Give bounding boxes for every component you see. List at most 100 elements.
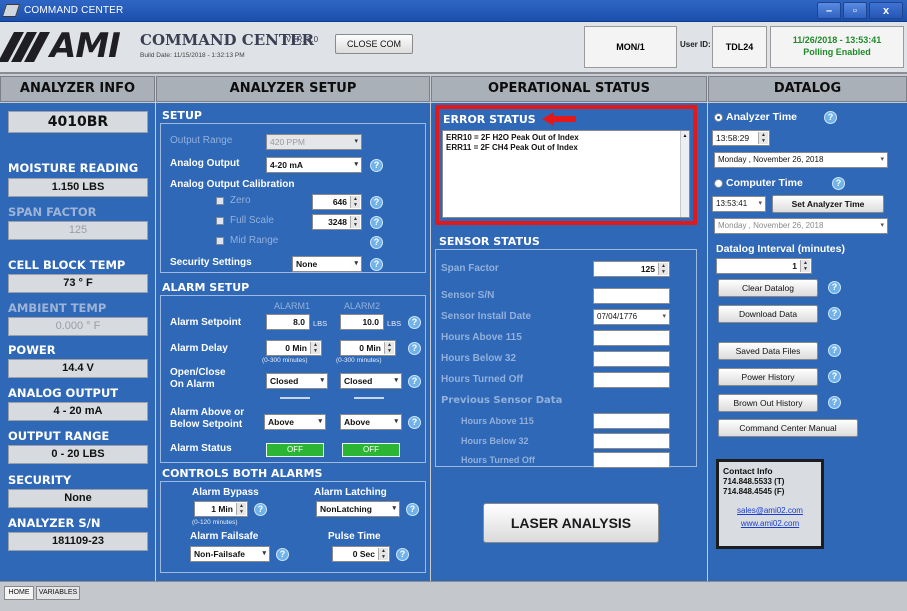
error-item: ERR11 = 2F CH4 Peak Out of Index	[446, 143, 578, 152]
help-icon[interactable]: ?	[408, 416, 421, 429]
help-icon[interactable]: ?	[370, 236, 383, 249]
analyzer-date-field[interactable]: Monday , November 26, 2018 ▾	[714, 152, 888, 168]
error-list[interactable]: ERR10 = 2F H2O Peak Out of Index ERR11 =…	[442, 130, 690, 218]
help-icon[interactable]: ?	[828, 396, 841, 409]
help-icon[interactable]: ?	[832, 177, 845, 190]
alarm1-open-close-select[interactable]: Closed ▾	[266, 373, 328, 389]
computer-date-field[interactable]: Monday , November 26, 2018 ▾	[714, 218, 888, 234]
help-icon[interactable]: ?	[824, 111, 837, 124]
hours-above-field[interactable]	[593, 330, 670, 346]
help-icon[interactable]: ?	[406, 503, 419, 516]
mid-range-checkbox[interactable]	[216, 237, 224, 245]
prev-hours-above-field[interactable]	[593, 413, 670, 429]
alarm2-setpoint-input[interactable]: 10.0	[340, 314, 384, 330]
help-icon[interactable]: ?	[408, 342, 421, 355]
title-bar: COMMAND CENTER – ▫ x	[0, 0, 907, 22]
alarm1-above-below-select[interactable]: Above ▾	[264, 414, 326, 430]
alarm-bypass-input[interactable]: 1 Min ▲ ▼	[194, 501, 248, 517]
help-icon[interactable]: ?	[828, 370, 841, 383]
alarm2-delay-input[interactable]: 0 Min ▲ ▼	[340, 340, 396, 356]
alarm1-label: ALARM1	[274, 301, 311, 311]
close-window-button[interactable]: x	[869, 2, 903, 19]
output-range-select[interactable]: 420 PPM ▾	[266, 134, 362, 150]
help-icon[interactable]: ?	[828, 307, 841, 320]
help-icon[interactable]: ?	[396, 548, 409, 561]
power-history-button[interactable]: Power History	[718, 368, 818, 386]
alarm-latching-select[interactable]: NonLatching ▾	[316, 501, 400, 517]
spin-icon: ▲ ▼	[310, 342, 320, 354]
maximize-button[interactable]: ▫	[843, 2, 867, 19]
alarm-failsafe-select[interactable]: Non-Failsafe ▾	[190, 546, 270, 562]
analog-output-select[interactable]: 4-20 mA ▾	[266, 157, 362, 173]
alarm1-delay-hint: (0-300 minutes)	[262, 357, 308, 364]
help-icon[interactable]: ?	[828, 344, 841, 357]
app-version: VER. 8.0	[286, 35, 319, 44]
tab-home[interactable]: HOME	[4, 586, 34, 600]
error-list-scrollbar[interactable]: ▲	[680, 131, 689, 217]
help-icon[interactable]: ?	[370, 258, 383, 271]
dropdown-arrow-icon: ▾	[662, 313, 666, 320]
computer-time-radio[interactable]	[714, 179, 723, 188]
close-com-button[interactable]: CLOSE COM	[335, 34, 413, 54]
alarm1-divider	[280, 397, 310, 399]
span-factor-label: SPAN FACTOR	[8, 205, 97, 219]
alarm2-label: ALARM2	[344, 301, 381, 311]
full-scale-input[interactable]: 3248 ▲ ▼	[312, 214, 362, 230]
alarm1-unit: LBS	[313, 319, 328, 328]
tab-variables[interactable]: VARIABLES	[36, 586, 80, 600]
hours-below-field[interactable]	[593, 351, 670, 367]
help-icon[interactable]: ?	[408, 316, 421, 329]
alarm2-status: OFF	[342, 443, 400, 457]
analyzer-time-radio[interactable]	[714, 113, 723, 122]
dropdown-arrow-icon: ▾	[354, 260, 358, 267]
mid-range-label: Mid Range	[230, 235, 279, 246]
analyzer-time-input[interactable]: 13:58:29 ▲ ▼	[712, 130, 770, 146]
alarm-latching-label: Alarm Latching	[314, 487, 387, 498]
sensor-span-input[interactable]: 125 ▲ ▼	[593, 261, 670, 277]
prev-hours-below-field[interactable]	[593, 433, 670, 449]
full-scale-checkbox[interactable]	[216, 217, 224, 225]
prev-hours-off-field[interactable]	[593, 452, 670, 468]
sensor-sn-field[interactable]	[593, 288, 670, 304]
alarm-delay-label: Alarm Delay	[170, 343, 228, 354]
zero-input[interactable]: 646 ▲ ▼	[312, 194, 362, 210]
analyzer-info-header: ANALYZER INFO	[0, 76, 155, 102]
help-icon[interactable]: ?	[370, 196, 383, 209]
spin-icon: ▲ ▼	[758, 132, 768, 144]
minimize-button[interactable]: –	[817, 2, 841, 19]
computer-time-field[interactable]: 13:53:41 ▾	[712, 196, 766, 212]
download-data-button[interactable]: Download Data	[718, 305, 818, 323]
alarm1-setpoint-input[interactable]: 8.0	[266, 314, 310, 330]
clear-datalog-button[interactable]: Clear Datalog	[718, 279, 818, 297]
contact-website-link[interactable]: www.ami02.com	[723, 519, 817, 528]
help-icon[interactable]: ?	[276, 548, 289, 561]
output-range-value: 0 - 20 LBS	[8, 445, 148, 464]
help-icon[interactable]: ?	[828, 281, 841, 294]
sensor-install-label: Sensor Install Date	[441, 311, 532, 322]
previous-sensor-title: Previous Sensor Data	[441, 395, 563, 406]
zero-checkbox[interactable]	[216, 197, 224, 205]
app-icon	[1, 4, 21, 17]
help-icon[interactable]: ?	[370, 216, 383, 229]
help-icon[interactable]: ?	[370, 159, 383, 172]
ambient-temp-value: 0.000 ° F	[8, 317, 148, 336]
command-center-manual-button[interactable]: Command Center Manual	[718, 419, 858, 437]
security-settings-label: Security Settings	[170, 257, 252, 268]
alarm1-delay-input[interactable]: 0 Min ▲ ▼	[266, 340, 322, 356]
alarm2-above-below-select[interactable]: Above ▾	[340, 414, 402, 430]
sensor-install-date[interactable]: 07/04/1776 ▾	[593, 309, 670, 325]
pulse-time-input[interactable]: 0 Sec ▲ ▼	[332, 546, 390, 562]
set-analyzer-time-button[interactable]: Set Analyzer Time	[772, 195, 884, 213]
saved-data-files-button[interactable]: Saved Data Files	[718, 342, 818, 360]
security-select[interactable]: None ▾	[292, 256, 362, 272]
ami-logo: AMI	[0, 26, 134, 66]
help-icon[interactable]: ?	[254, 503, 267, 516]
alarm2-open-close-select[interactable]: Closed ▾	[340, 373, 402, 389]
window-controls: – ▫ x	[817, 2, 903, 19]
brown-out-history-button[interactable]: Brown Out History	[718, 394, 818, 412]
laser-analysis-button[interactable]: LASER ANALYSIS	[483, 503, 659, 543]
datalog-interval-input[interactable]: 1 ▲ ▼	[716, 258, 812, 274]
help-icon[interactable]: ?	[408, 375, 421, 388]
contact-email-link[interactable]: sales@ami02.com	[723, 506, 817, 515]
hours-off-field[interactable]	[593, 372, 670, 388]
